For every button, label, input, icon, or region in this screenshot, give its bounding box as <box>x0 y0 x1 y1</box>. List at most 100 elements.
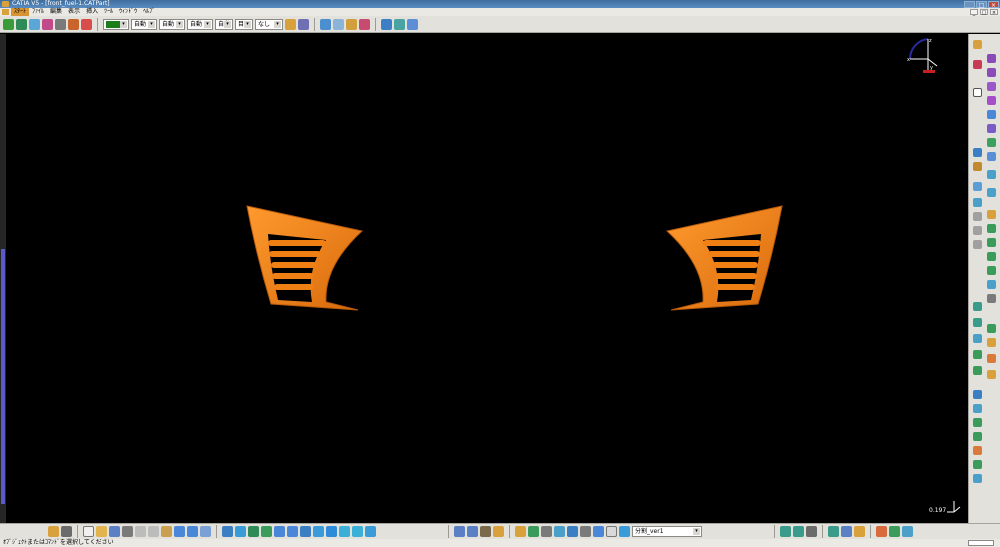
edit-icon[interactable] <box>493 526 504 537</box>
catalog-icon[interactable] <box>780 526 791 537</box>
axis-system-icon[interactable] <box>973 366 982 375</box>
revolve-icon[interactable] <box>973 212 982 221</box>
trim-icon[interactable] <box>987 238 996 247</box>
translate-icon[interactable] <box>973 318 982 327</box>
paint-icon[interactable] <box>285 18 296 30</box>
menu-file[interactable]: ﾌｧｲﾙ <box>29 8 47 16</box>
select-icon[interactable] <box>806 526 817 537</box>
measure-between-icon[interactable] <box>454 526 465 537</box>
join-icon[interactable] <box>973 240 982 249</box>
axis-icon[interactable] <box>61 526 72 537</box>
boundary-icon[interactable] <box>987 252 996 261</box>
document-icon[interactable] <box>2 9 9 15</box>
cut-icon[interactable] <box>135 526 146 537</box>
point-icon[interactable] <box>973 182 982 191</box>
mass-icon[interactable] <box>480 526 491 537</box>
law-icon[interactable] <box>619 526 630 537</box>
constraints-icon[interactable] <box>876 526 887 537</box>
analysis-tool-icon[interactable] <box>541 526 552 537</box>
constraint-icon[interactable] <box>987 354 996 363</box>
copy-icon[interactable] <box>148 526 159 537</box>
hide-show-icon[interactable] <box>352 526 363 537</box>
knowledge-icon[interactable] <box>407 18 418 30</box>
chevron-down-icon[interactable]: ▾ <box>224 20 231 28</box>
measure-icon[interactable] <box>42 18 53 30</box>
sweep-icon[interactable] <box>973 226 982 235</box>
command-input[interactable] <box>968 540 994 546</box>
sketch-icon[interactable] <box>973 88 982 97</box>
iso-view-icon[interactable] <box>326 526 337 537</box>
move-icon[interactable] <box>3 18 14 30</box>
shading-icon[interactable] <box>339 526 350 537</box>
grid-icon[interactable] <box>381 18 392 30</box>
point-symbol-select[interactable]: 自動 ▾ <box>215 18 233 30</box>
3d-viewport[interactable] <box>6 34 968 523</box>
multi-view-icon[interactable] <box>313 526 324 537</box>
pattern-icon[interactable] <box>987 294 996 303</box>
chevron-down-icon[interactable]: ▾ <box>120 20 127 28</box>
extrude-icon[interactable] <box>973 198 982 207</box>
doc-minimize-button[interactable]: _ <box>970 9 978 16</box>
shell-icon[interactable] <box>987 188 996 197</box>
current-body-select[interactable]: 分割_ver1 ▾ <box>632 526 702 537</box>
measure-item-icon[interactable] <box>467 526 478 537</box>
redo-icon[interactable] <box>187 526 198 537</box>
paste-icon[interactable] <box>161 526 172 537</box>
formula-icon[interactable] <box>593 526 604 537</box>
intersect-icon[interactable] <box>973 446 982 455</box>
draft-analysis-icon[interactable] <box>554 526 565 537</box>
chevron-down-icon[interactable]: ▾ <box>274 20 281 28</box>
doc-restore-button[interactable]: □ <box>980 9 988 16</box>
maximize-button[interactable]: □ <box>976 0 987 9</box>
union-trim-icon[interactable] <box>973 460 982 469</box>
define-work-object-icon[interactable] <box>528 526 539 537</box>
help-icon[interactable] <box>200 526 211 537</box>
shaft-icon[interactable] <box>987 96 996 105</box>
menu-edit[interactable]: 編集 <box>47 8 65 16</box>
remove-icon[interactable] <box>973 432 982 441</box>
sketcher-icon[interactable] <box>973 60 982 69</box>
line-icon[interactable] <box>973 148 982 157</box>
fit-all-icon[interactable] <box>235 526 246 537</box>
print-icon[interactable] <box>122 526 133 537</box>
undo-icon[interactable] <box>174 526 185 537</box>
add-icon[interactable] <box>973 418 982 427</box>
line-type-select[interactable]: 自動 ▾ <box>187 18 213 30</box>
menu-window[interactable]: ｳｨﾝﾄﾞｳ <box>116 8 140 16</box>
chevron-down-icon[interactable]: ▾ <box>693 528 700 535</box>
table-icon[interactable] <box>580 526 591 537</box>
scan-icon[interactable] <box>515 526 526 537</box>
thickness-icon[interactable] <box>987 210 996 219</box>
chamfer-icon[interactable] <box>987 152 996 161</box>
publication-icon[interactable] <box>793 526 804 537</box>
rotate-feature-icon[interactable] <box>987 324 996 333</box>
mirror-icon[interactable] <box>973 302 982 311</box>
draft-icon[interactable] <box>987 170 996 179</box>
update-icon[interactable] <box>48 526 59 537</box>
fly-mode-icon[interactable] <box>222 526 233 537</box>
rotate-icon[interactable] <box>29 18 40 30</box>
pad-icon[interactable] <box>987 68 996 77</box>
instantiate-icon[interactable] <box>828 526 839 537</box>
doc-close-button[interactable]: × <box>990 9 998 16</box>
layer-select[interactable]: 目目 ▾ <box>235 18 253 30</box>
fillet-icon[interactable] <box>987 138 996 147</box>
powercopy-icon[interactable] <box>841 526 852 537</box>
rotate-view-icon[interactable] <box>261 526 272 537</box>
curvature-icon[interactable] <box>567 526 578 537</box>
affinity-icon[interactable] <box>973 350 982 359</box>
part-geometry[interactable] <box>6 34 968 523</box>
hole-icon[interactable] <box>987 110 996 119</box>
sketch-tool-icon[interactable] <box>320 18 331 30</box>
save-icon[interactable] <box>109 526 120 537</box>
manipulation-icon[interactable] <box>81 18 92 30</box>
zoom-in-icon[interactable] <box>274 526 285 537</box>
offset-icon[interactable] <box>987 280 996 289</box>
menu-tools[interactable]: ﾂｰﾙ <box>101 8 116 16</box>
parent-children-icon[interactable] <box>902 526 913 537</box>
minimize-button[interactable]: _ <box>964 0 975 9</box>
swap-visible-icon[interactable] <box>365 526 376 537</box>
compass-tool-icon[interactable] <box>68 18 79 30</box>
pan-view-icon[interactable] <box>248 526 259 537</box>
open-icon[interactable] <box>96 526 107 537</box>
